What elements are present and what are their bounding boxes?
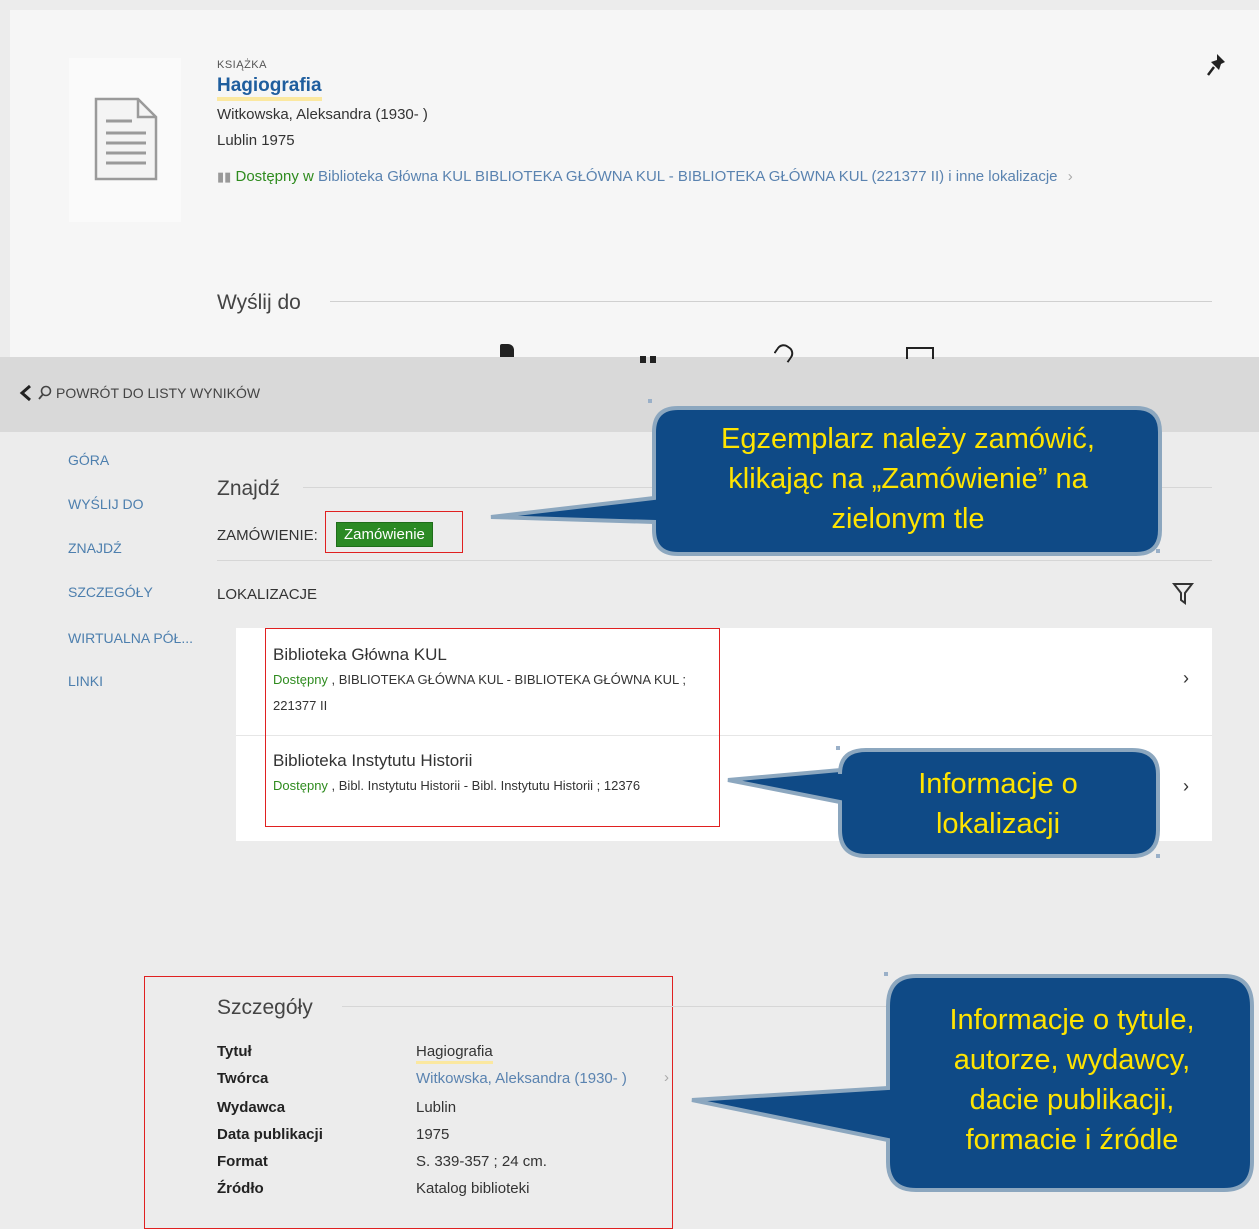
callout-line: zielonym tle: [831, 503, 985, 535]
chevron-left-icon: [19, 384, 31, 402]
send-to-title: Wyślij do: [217, 291, 301, 314]
chevron-right-icon[interactable]: ›: [1183, 776, 1189, 797]
detail-key: Tytuł: [217, 1043, 252, 1060]
detail-key: Format: [217, 1153, 268, 1170]
record-author[interactable]: Witkowska, Aleksandra (1930- ): [217, 106, 428, 123]
callout-line: autorze, wydawcy,: [953, 1044, 1191, 1076]
location-callout-text: Informacje o lokalizacji: [842, 764, 1154, 844]
record-title[interactable]: Hagiografia: [217, 76, 322, 101]
callout-line: dacie publikacji,: [969, 1084, 1175, 1116]
detail-value: S. 339-357 ; 24 cm.: [416, 1153, 547, 1170]
sidebar-item-top[interactable]: GÓRA: [68, 452, 109, 468]
selection-handle: [884, 972, 888, 976]
search-icon: [38, 385, 52, 400]
send-to-divider: [330, 301, 1212, 302]
record-place-year: Lublin 1975: [217, 132, 295, 149]
callout-line: formacie i źródle: [965, 1124, 1179, 1156]
availability-location[interactable]: Biblioteka Główna KUL BIBLIOTEKA GŁÓWNA …: [314, 168, 1058, 185]
detail-key: Twórca: [217, 1070, 269, 1087]
pin-icon[interactable]: [1205, 52, 1229, 78]
availability-line[interactable]: ▮▮ Dostępny w Biblioteka Główna KUL BIBL…: [217, 168, 1073, 185]
order-divider: [217, 560, 1212, 561]
selection-handle: [648, 399, 652, 403]
sidebar-item-links[interactable]: LINKI: [68, 673, 103, 689]
callout-line: Egzemplarz należy zamówić,: [721, 423, 1095, 455]
detail-value: 1975: [416, 1126, 450, 1143]
citation-icon[interactable]: [500, 344, 514, 357]
find-section-title: Znajdź: [217, 477, 281, 500]
sidebar-item-virtual-shelf[interactable]: WIRTUALNA PÓŁ...: [68, 630, 193, 646]
detail-value: Katalog biblioteki: [416, 1180, 530, 1197]
detail-key: Data publikacji: [217, 1126, 323, 1143]
back-to-results-link[interactable]: POWRÓT DO LISTY WYNIKÓW: [18, 384, 260, 402]
locations-highlight-box: [265, 628, 720, 827]
selection-handle: [1156, 549, 1160, 553]
sidebar-item-send-to[interactable]: WYŚLIJ DO: [68, 496, 143, 512]
availability-status: Dostępny w: [235, 168, 314, 185]
book-icon: ▮▮: [217, 169, 232, 184]
order-label: ZAMÓWIENIE:: [217, 527, 318, 544]
details-callout-text: Informacje o tytule, autorze, wydawcy, d…: [892, 1000, 1252, 1160]
detail-value: Lublin: [416, 1099, 457, 1116]
chevron-right-icon[interactable]: ›: [1183, 668, 1189, 689]
filter-icon[interactable]: [1172, 582, 1194, 606]
callout-line: klikając na „Zamówienie” na: [728, 463, 1088, 495]
selection-handle: [836, 746, 840, 750]
selection-handle: [1156, 854, 1160, 858]
detail-title-value: Hagiografia: [416, 1043, 493, 1064]
detail-creator-link[interactable]: Witkowska, Aleksandra (1930- ): [416, 1070, 627, 1087]
email-icon[interactable]: [906, 347, 934, 359]
details-section-title: Szczegóły: [217, 996, 313, 1019]
sidebar-item-find[interactable]: ZNAJDŹ: [68, 540, 122, 556]
order-callout-text: Egzemplarz należy zamówić, klikając na „…: [664, 419, 1152, 539]
chevron-right-icon: ›: [1067, 168, 1073, 185]
sidebar-item-details[interactable]: SZCZEGÓŁY: [68, 584, 153, 600]
details-divider: [342, 1006, 902, 1007]
chevron-right-icon: ›: [664, 1069, 669, 1086]
order-button[interactable]: Zamówienie: [336, 522, 433, 547]
detail-key: Źródło: [217, 1180, 264, 1197]
callout-line: Informacje o: [918, 768, 1078, 800]
detail-key: Wydawca: [217, 1099, 286, 1116]
callout-line: Informacje o tytule,: [949, 1004, 1195, 1036]
callout-line: lokalizacji: [935, 808, 1061, 840]
record-type: KSIĄŻKA: [217, 59, 267, 71]
locations-label: LOKALIZACJE: [217, 586, 318, 603]
export-icon[interactable]: [640, 350, 658, 363]
back-to-results-label: POWRÓT DO LISTY WYNIKÓW: [56, 385, 261, 401]
document-icon: [94, 97, 158, 181]
